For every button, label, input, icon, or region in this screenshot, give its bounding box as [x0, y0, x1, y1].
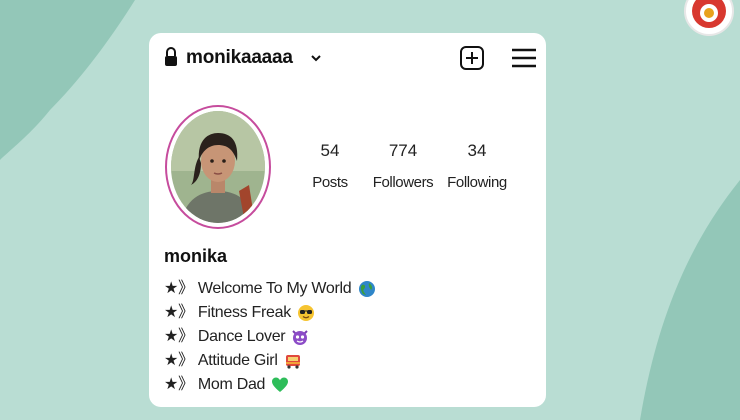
bio-prefix: ★》 — [164, 328, 194, 345]
bio-text: Dance Lover — [193, 328, 286, 345]
bus-icon — [285, 354, 300, 369]
following-label: Following — [447, 174, 507, 191]
stat-following[interactable]: 34 Following — [437, 141, 517, 191]
stat-posts[interactable]: 54 Posts — [290, 141, 370, 191]
lock-icon — [165, 47, 177, 66]
chevron-down-icon[interactable] — [310, 52, 322, 64]
followers-count: 774 — [388, 141, 418, 160]
bio-text: Welcome To My World — [193, 280, 356, 297]
bio-text: Mom Dad — [193, 376, 270, 393]
bio-line: ★》 Dance Lover — [164, 326, 376, 350]
username[interactable]: monikaaaaa — [186, 47, 293, 69]
bio-prefix: ★》 — [164, 352, 194, 369]
following-count: 34 — [467, 141, 487, 160]
display-name: monika — [164, 246, 228, 266]
bio-line: ★》 Mom Dad — [164, 374, 376, 398]
globe-icon — [358, 280, 375, 297]
bio-text: Fitness Freak — [193, 304, 291, 321]
avatar-photo — [171, 111, 265, 223]
devil-face-icon — [292, 330, 309, 345]
bio-text: Attitude Girl — [193, 352, 278, 369]
add-post-button[interactable] — [459, 45, 485, 71]
bio-line: ★》 Attitude Girl — [164, 350, 376, 374]
avatar[interactable] — [165, 105, 271, 229]
channel-logo[interactable] — [684, 0, 734, 36]
stat-followers[interactable]: 774 Followers — [363, 141, 443, 191]
bio-line: ★》 Welcome To My World — [164, 278, 376, 302]
bio-prefix: ★》 — [164, 304, 194, 321]
sunglasses-face-icon — [298, 304, 315, 321]
posts-label: Posts — [312, 174, 348, 191]
posts-count: 54 — [320, 141, 340, 160]
green-heart-icon — [272, 377, 289, 392]
bio-prefix: ★》 — [164, 376, 194, 393]
menu-icon[interactable] — [511, 47, 537, 69]
followers-label: Followers — [372, 174, 434, 191]
bio-line: ★》 Fitness Freak — [164, 302, 376, 326]
profile-card: monikaaaaa 54 Posts 774 Followers 34 Fol… — [149, 33, 546, 407]
bio: ★》 Welcome To My World ★》 Fitness Freak … — [164, 278, 376, 398]
bio-prefix: ★》 — [164, 280, 194, 297]
profile-header: monikaaaaa — [164, 45, 537, 73]
